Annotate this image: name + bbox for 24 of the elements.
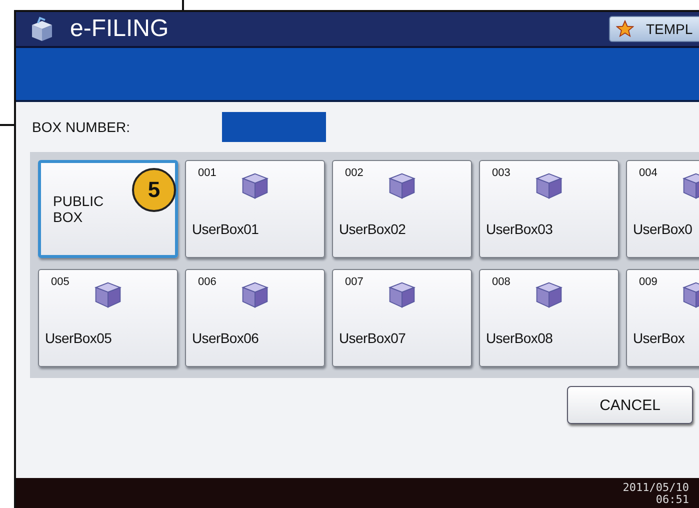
box-tile[interactable]: 005 UserBox05 xyxy=(38,268,178,366)
cube-icon xyxy=(387,280,417,310)
clock: 2011/05/10 06:51 xyxy=(622,480,689,508)
box-tile[interactable]: 009 UserBox xyxy=(626,268,699,366)
app-title: e-FILING xyxy=(70,15,169,43)
cancel-button[interactable]: CANCEL xyxy=(567,386,693,424)
star-icon xyxy=(616,20,634,38)
cube-icon xyxy=(240,171,270,201)
box-number-field[interactable] xyxy=(222,112,326,142)
cube-icon xyxy=(534,280,564,310)
box-tile[interactable]: 001 UserBox01 xyxy=(185,160,325,258)
cube-icon xyxy=(387,171,417,201)
cube-icon xyxy=(240,280,270,310)
box-tile[interactable]: 002 UserBox02 xyxy=(332,160,472,258)
box-number-label: BOX NUMBER: xyxy=(32,119,132,135)
cube-icon xyxy=(93,280,123,310)
template-button[interactable]: TEMPL xyxy=(609,16,699,42)
box-tile[interactable]: 006 UserBox06 xyxy=(185,268,325,366)
box-icon xyxy=(30,16,54,42)
box-tile[interactable]: 003 UserBox03 xyxy=(479,160,619,258)
box-tile[interactable]: 004 UserBox0 xyxy=(626,160,699,258)
cube-icon xyxy=(534,171,564,201)
box-tile[interactable]: 008 UserBox08 xyxy=(479,268,619,366)
box-tile[interactable]: 007 UserBox07 xyxy=(332,268,472,366)
